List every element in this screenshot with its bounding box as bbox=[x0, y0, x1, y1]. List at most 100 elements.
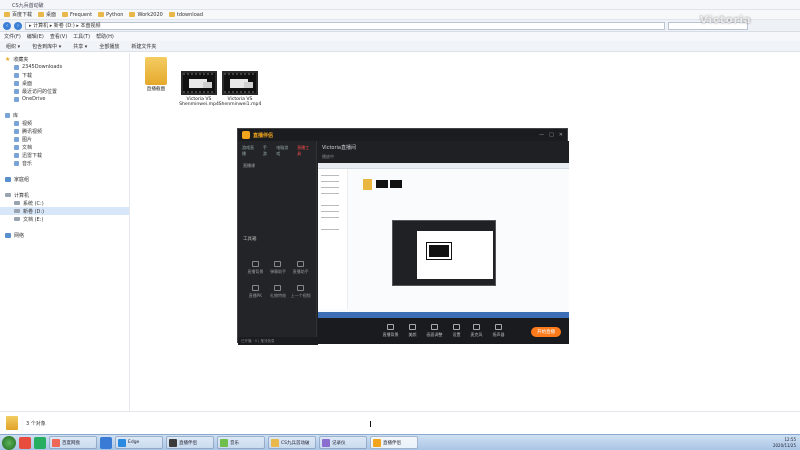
tab-item[interactable]: 游戏直播 bbox=[242, 145, 257, 157]
scene-tabs: 游戏直播 手游 电脑游戏 直播工具 bbox=[238, 141, 316, 161]
folder-item[interactable]: 直播截图 bbox=[134, 57, 178, 92]
live-left-panel: 游戏直播 手游 电脑游戏 直播工具 直播课 工具箱 直播背景 弹幕助手 直播助手… bbox=[238, 141, 318, 345]
stream-subtitle: 播放中 bbox=[322, 154, 334, 159]
sidebar-favorites[interactable]: ★ 收藏夹 bbox=[0, 55, 129, 63]
app-icon[interactable] bbox=[19, 436, 31, 449]
scene-label: 直播课 bbox=[243, 163, 255, 168]
play-all-button[interactable]: 全部播放 bbox=[99, 43, 119, 50]
taskbar-button[interactable]: 百度网盘 bbox=[49, 436, 97, 449]
stream-header: Victoria直播间 播放中 bbox=[318, 141, 569, 163]
menu-view[interactable]: 查看(V) bbox=[50, 33, 67, 40]
sidebar-homegroup[interactable]: 家庭组 bbox=[0, 175, 129, 183]
sidebar-item[interactable]: OneDrive bbox=[0, 95, 129, 103]
menu-help[interactable]: 帮助(H) bbox=[96, 33, 114, 40]
sidebar-item[interactable]: 2345Downloads bbox=[0, 63, 129, 71]
menu-bar: 文件(F) 编辑(E) 查看(V) 工具(T) 帮助(H) bbox=[0, 32, 800, 41]
folder-icon bbox=[145, 57, 167, 85]
wechat-icon[interactable] bbox=[34, 436, 46, 449]
forward-button[interactable]: › bbox=[14, 21, 22, 30]
control-item[interactable]: 画面调整 bbox=[427, 324, 443, 338]
tool-item[interactable]: 礼物特效 bbox=[267, 285, 290, 299]
tab-item-active[interactable]: 直播工具 bbox=[297, 145, 312, 157]
sidebar-item[interactable]: 文档 (E:) bbox=[0, 215, 129, 223]
tool-item[interactable]: 直播背景 bbox=[244, 261, 267, 275]
video-thumbnail bbox=[181, 71, 217, 95]
bookmark-item[interactable]: 百度下载 bbox=[4, 11, 32, 18]
sidebar-item[interactable]: 迅雷下载 bbox=[0, 151, 129, 159]
video-file-item[interactable]: Victoria VS Shenminwei1.mp4 bbox=[218, 71, 262, 107]
maximize-icon[interactable]: □ bbox=[549, 132, 554, 138]
back-button[interactable]: ‹ bbox=[3, 21, 11, 30]
folder-icon bbox=[4, 12, 10, 17]
control-item[interactable]: 扬声器 bbox=[493, 324, 505, 338]
start-live-button[interactable]: 开始直播 bbox=[531, 327, 561, 337]
tool-item[interactable]: 上一个视频 bbox=[289, 285, 312, 299]
control-item[interactable]: 美颜 bbox=[409, 324, 417, 338]
sidebar-libraries[interactable]: 库 bbox=[0, 111, 129, 119]
address-bar[interactable]: ▸ 计算机 ▸ 新卷 (D:) ▸ 本盘视频 bbox=[25, 21, 665, 30]
menu-file[interactable]: 文件(F) bbox=[4, 33, 21, 40]
sidebar-computer[interactable]: 计算机 bbox=[0, 191, 129, 199]
live-streaming-window[interactable]: 直播伴侣 — □ ✕ 游戏直播 手游 电脑游戏 直播工具 直播课 工具箱 直播背… bbox=[237, 128, 569, 345]
sidebar-item[interactable]: 下载 bbox=[0, 71, 129, 79]
folder-icon bbox=[6, 416, 18, 430]
sidebar-item[interactable]: 最近访问的位置 bbox=[0, 87, 129, 95]
bookmark-item[interactable]: Python bbox=[98, 12, 123, 18]
sidebar-item[interactable]: 文档 bbox=[0, 143, 129, 151]
tool-item[interactable]: 直播PK bbox=[244, 285, 267, 299]
stream-preview[interactable] bbox=[318, 163, 569, 318]
drive-icon bbox=[14, 201, 20, 205]
taskbar-button[interactable]: Edge bbox=[115, 436, 163, 449]
menu-tools[interactable]: 工具(T) bbox=[73, 33, 90, 40]
control-item[interactable]: 麦克风 bbox=[471, 324, 483, 338]
browser-icon[interactable] bbox=[100, 436, 112, 449]
download-icon bbox=[14, 152, 19, 158]
sidebar-item[interactable]: 桌面 bbox=[0, 79, 129, 87]
menu-edit[interactable]: 编辑(E) bbox=[27, 33, 44, 40]
text-cursor bbox=[370, 421, 373, 427]
bookmarks-bar: 百度下载 桌面 Frequent Python Work2020 tdownlo… bbox=[0, 10, 800, 20]
nested-preview bbox=[392, 220, 496, 286]
video-icon bbox=[297, 285, 305, 291]
tab-item[interactable]: 电脑游戏 bbox=[276, 145, 291, 157]
close-icon[interactable]: ✕ bbox=[559, 132, 563, 138]
taskbar: 百度网盘 Edge 直播伴侣 音乐 CS九兵首动破 记录仪 直播伴侣 12:55… bbox=[0, 434, 800, 450]
video-thumbnail bbox=[376, 180, 388, 188]
sidebar-item-selected[interactable]: 新卷 (D:) bbox=[0, 207, 129, 215]
stream-controls: 直播背景 美颜 画面调整 设置 麦克风 扬声器 开始直播 bbox=[318, 318, 569, 344]
sidebar-item[interactable]: 腾讯视频 bbox=[0, 127, 129, 135]
navigation-pane: ★ 收藏夹 2345Downloads 下载 桌面 最近访问的位置 OneDriv… bbox=[0, 53, 130, 411]
bookmark-item[interactable]: 桌面 bbox=[38, 11, 56, 18]
control-item[interactable]: 设置 bbox=[453, 324, 461, 338]
sidebar-item[interactable]: 系统 (C:) bbox=[0, 199, 129, 207]
window-controls: — □ ✕ bbox=[539, 132, 563, 138]
sidebar-network[interactable]: 网络 bbox=[0, 231, 129, 239]
bookmark-item[interactable]: Work2020 bbox=[129, 12, 163, 18]
system-tray[interactable]: 12:55 2020/11/25 bbox=[773, 437, 796, 449]
minimize-icon[interactable]: — bbox=[539, 132, 544, 138]
bookmark-item[interactable]: Frequent bbox=[62, 12, 92, 18]
new-folder-button[interactable]: 新建文件夹 bbox=[131, 43, 156, 50]
tool-item[interactable]: 弹幕助手 bbox=[267, 261, 290, 275]
include-library-button[interactable]: 包含到库中 ▾ bbox=[32, 43, 61, 50]
share-button[interactable]: 共享 ▾ bbox=[73, 43, 87, 50]
speaker-icon bbox=[495, 324, 502, 330]
taskbar-button[interactable]: CS九兵首动破 bbox=[268, 436, 316, 449]
control-item[interactable]: 直播背景 bbox=[383, 324, 399, 338]
taskbar-button[interactable]: 直播伴侣 bbox=[166, 436, 214, 449]
sidebar-item[interactable]: 图片 bbox=[0, 135, 129, 143]
start-button[interactable] bbox=[2, 435, 16, 450]
video-file-item[interactable]: Victoria VS Shenminwei.mp4 bbox=[177, 71, 221, 107]
folder-icon bbox=[129, 12, 136, 17]
taskbar-button[interactable]: 记录仪 bbox=[319, 436, 367, 449]
sidebar-item[interactable]: 视频 bbox=[0, 119, 129, 127]
tool-item[interactable]: 直播助手 bbox=[289, 261, 312, 275]
taskbar-button[interactable]: 音乐 bbox=[217, 436, 265, 449]
taskbar-button-active[interactable]: 直播伴侣 bbox=[370, 436, 418, 449]
item-count: 3 个对象 bbox=[26, 420, 46, 427]
tab-item[interactable]: 手游 bbox=[263, 145, 270, 157]
organize-button[interactable]: 组织 ▾ bbox=[6, 43, 20, 50]
bookmark-item[interactable]: tdownload bbox=[168, 12, 203, 18]
network-icon bbox=[5, 232, 11, 238]
sidebar-item[interactable]: 音乐 bbox=[0, 159, 129, 167]
